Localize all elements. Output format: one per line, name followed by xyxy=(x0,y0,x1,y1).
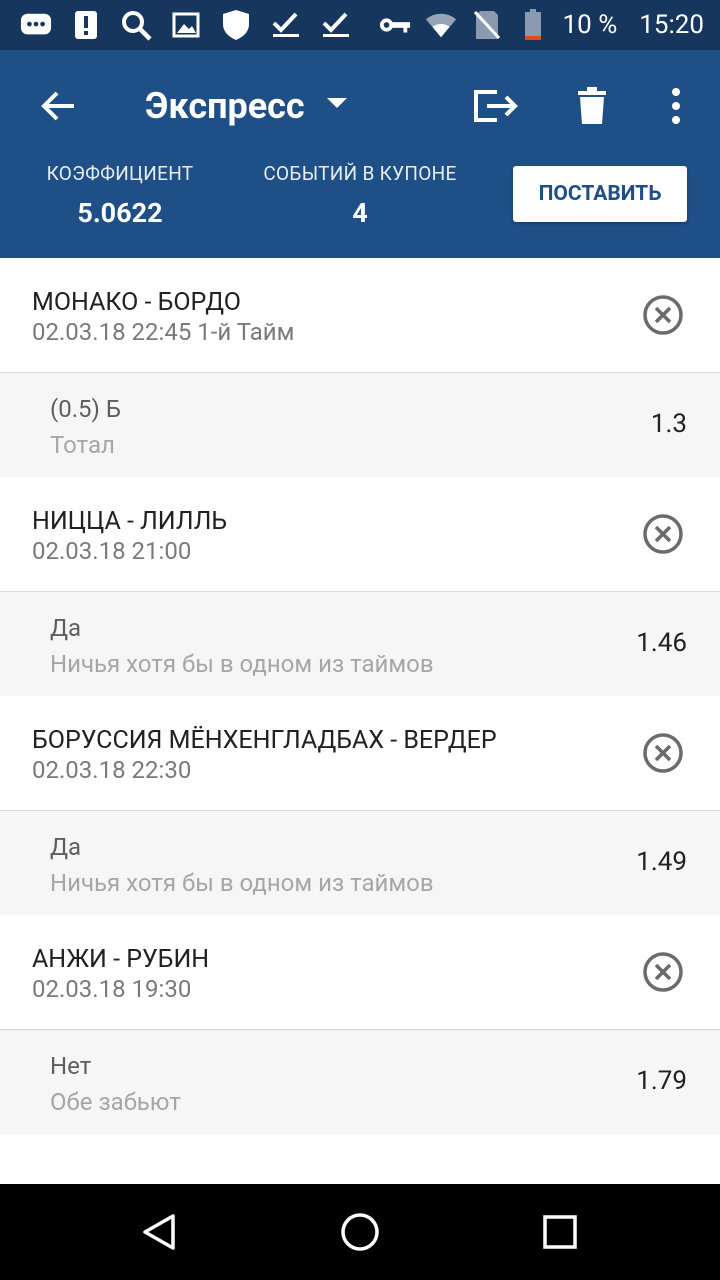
events-count-block: СОБЫТИЙ В КУПОНЕ 4 xyxy=(255,162,465,229)
trash-icon xyxy=(578,87,606,124)
bet-market: Ничья хотя бы в одном из таймов xyxy=(50,650,434,678)
place-bet-button[interactable]: ПОСТАВИТЬ xyxy=(513,166,687,222)
clock: 15:20 xyxy=(639,10,704,40)
bet-outcome: Нет xyxy=(50,1052,92,1080)
coupon-events-list: МОНАКО - БОРДО 02.03.18 22:45 1-й Тайм (… xyxy=(0,258,720,1134)
exit-share-icon xyxy=(474,90,518,122)
bet-market: Ничья хотя бы в одном из таймов xyxy=(50,869,434,897)
share-button[interactable] xyxy=(472,82,520,130)
bet-odd: 1.79 xyxy=(636,1066,687,1096)
bet-outcome: Да xyxy=(50,833,82,861)
bet-outcome: Да xyxy=(50,614,82,642)
event-date: 02.03.18 19:30 xyxy=(32,975,192,1003)
shield-icon xyxy=(220,9,252,41)
event-date: 02.03.18 22:30 xyxy=(32,756,192,784)
status-bar: 10 % 15:20 xyxy=(0,0,720,50)
coefficient-label: КОЭФФИЦИЕНТ xyxy=(46,162,194,185)
system-icons: 10 % 15:20 xyxy=(379,7,704,43)
event-title: БОРУССИЯ МЁНХЕНГЛАДБАХ - ВЕРДЕР xyxy=(32,726,497,755)
nav-recents-button[interactable] xyxy=(536,1208,584,1256)
more-vert-icon xyxy=(672,88,680,124)
bet-odd: 1.3 xyxy=(650,409,687,439)
bet-odd: 1.46 xyxy=(636,628,687,658)
more-options-button[interactable] xyxy=(652,82,700,130)
event-row: АНЖИ - РУБИН 02.03.18 19:30 xyxy=(0,915,720,1030)
no-sim-icon xyxy=(471,9,503,41)
battery-icon xyxy=(517,9,549,41)
bet-row: Нет Обе забьют 1.79 xyxy=(0,1030,720,1134)
coefficient-value: 5.0622 xyxy=(77,197,163,229)
remove-event-icon[interactable] xyxy=(642,732,684,774)
bet-row: Да Ничья хотя бы в одном из таймов 1.46 xyxy=(0,592,720,696)
coefficient-block: КОЭФФИЦИЕНТ 5.0622 xyxy=(40,162,200,229)
bet-market: Обе забьют xyxy=(50,1088,181,1116)
event-title: МОНАКО - БОРДО xyxy=(32,288,241,317)
check-icon xyxy=(270,9,302,41)
remove-event-icon[interactable] xyxy=(642,951,684,993)
page-title: Экспресс xyxy=(145,85,305,127)
event-title: НИЦЦА - ЛИЛЛЬ xyxy=(32,507,228,536)
back-button[interactable] xyxy=(30,86,86,126)
system-navigation-bar xyxy=(0,1184,720,1280)
coupon-type-dropdown[interactable]: Экспресс xyxy=(145,78,347,134)
arrow-back-icon xyxy=(41,91,74,121)
nav-home-icon xyxy=(341,1213,379,1251)
nav-back-icon xyxy=(143,1214,175,1250)
event-title: АНЖИ - РУБИН xyxy=(32,945,210,974)
alert-icon xyxy=(70,9,102,41)
remove-event-icon[interactable] xyxy=(642,294,684,336)
nav-home-button[interactable] xyxy=(336,1208,384,1256)
events-count-value: 4 xyxy=(352,197,368,229)
bet-row: Да Ничья хотя бы в одном из таймов 1.49 xyxy=(0,811,720,915)
dropdown-arrow-icon xyxy=(326,98,347,108)
bet-odd: 1.49 xyxy=(636,847,687,877)
event-row: БОРУССИЯ МЁНХЕНГЛАДБАХ - ВЕРДЕР 02.03.18… xyxy=(0,696,720,811)
battery-percent: 10 % xyxy=(562,10,618,40)
wifi-icon xyxy=(425,9,457,41)
nav-recents-icon xyxy=(543,1215,577,1249)
app-bar: Экспресс КОЭФФИЦИЕНТ 5.0622 СОБЫТИЙ В КУ… xyxy=(0,50,720,258)
image-icon xyxy=(170,9,202,41)
remove-event-icon[interactable] xyxy=(642,513,684,555)
nav-back-button[interactable] xyxy=(136,1208,184,1256)
bet-row: (0.5) Б Тотал 1.3 xyxy=(0,373,720,477)
chat-icon xyxy=(20,9,52,41)
event-date: 02.03.18 22:45 1-й Тайм xyxy=(32,318,295,346)
event-date: 02.03.18 21:00 xyxy=(32,537,192,565)
check-icon xyxy=(320,9,352,41)
events-count-label: СОБЫТИЙ В КУПОНЕ xyxy=(263,162,457,185)
delete-button[interactable] xyxy=(568,82,616,130)
bet-market: Тотал xyxy=(50,431,115,459)
bet-outcome: (0.5) Б xyxy=(50,395,121,423)
search-icon xyxy=(120,9,152,41)
event-row: МОНАКО - БОРДО 02.03.18 22:45 1-й Тайм xyxy=(0,258,720,373)
event-row: НИЦЦА - ЛИЛЛЬ 02.03.18 21:00 xyxy=(0,477,720,592)
notification-icons xyxy=(20,7,352,43)
key-icon xyxy=(379,9,411,41)
